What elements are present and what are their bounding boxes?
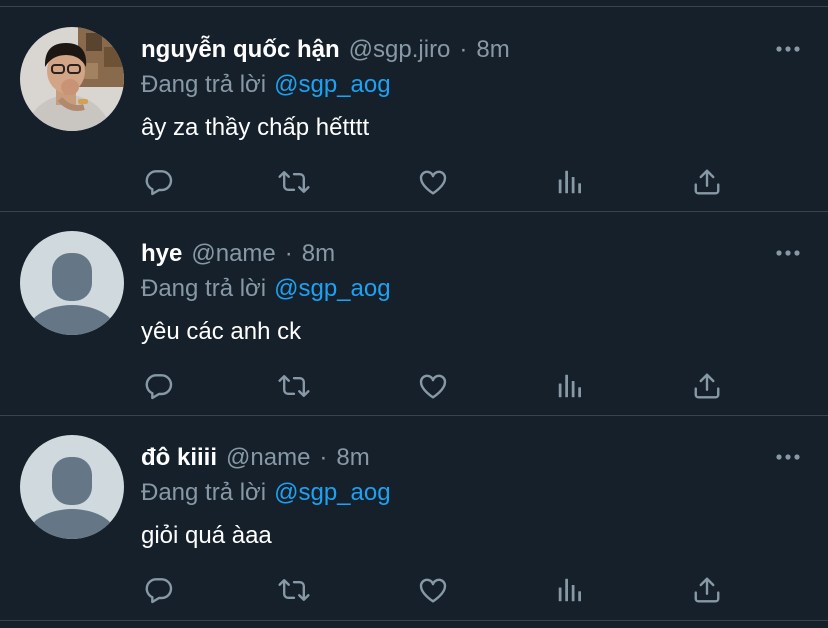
retweet-button[interactable] [276, 572, 312, 608]
share-button[interactable] [689, 164, 725, 200]
more-dots-icon [776, 454, 800, 460]
timestamp[interactable]: 8m [476, 33, 509, 67]
heart-icon [419, 374, 447, 399]
tweet-text: giỏi quá àaa [141, 522, 272, 549]
timestamp[interactable]: 8m [302, 237, 335, 271]
divider [0, 620, 828, 621]
replying-to: Đang trả lời @sgp_aog [141, 272, 391, 306]
retweet-button[interactable] [276, 368, 312, 404]
reply-button[interactable] [141, 572, 177, 608]
avatar[interactable] [20, 231, 124, 335]
reply-mention-link[interactable]: @sgp_aog [274, 479, 390, 506]
analytics-bars-icon [558, 170, 581, 194]
user-handle[interactable]: @name [191, 237, 275, 271]
tweet-actions [141, 368, 741, 404]
default-avatar-icon [20, 435, 124, 539]
reply-button[interactable] [141, 164, 177, 200]
photo-avatar-icon [20, 27, 124, 131]
more-dots-icon [776, 250, 800, 256]
more-options-button[interactable] [774, 443, 802, 471]
retweet-button[interactable] [276, 164, 312, 200]
avatar[interactable] [20, 27, 124, 131]
reply-mention-link[interactable]: @sgp_aog [274, 71, 390, 98]
share-button[interactable] [689, 368, 725, 404]
retweet-icon [278, 171, 310, 193]
tweet-item[interactable]: nguyễn quốc hận @sgp.jiro · 8m Đang trả … [0, 7, 828, 211]
tweet-text: ây za thầy chấp hếtttt [141, 114, 370, 141]
share-upload-icon [694, 169, 720, 195]
analytics-button[interactable] [552, 164, 588, 200]
separator-dot: · [284, 240, 293, 267]
separator-dot: · [459, 36, 468, 63]
retweet-icon [278, 579, 310, 601]
more-dots-icon [776, 46, 800, 52]
like-button[interactable] [415, 368, 451, 404]
reply-bubble-icon [145, 374, 173, 400]
heart-icon [419, 578, 447, 603]
display-name[interactable]: hye [141, 237, 182, 271]
more-options-button[interactable] [774, 239, 802, 267]
tweet-actions [141, 164, 741, 200]
tweet-header: hye @name · 8m [141, 237, 335, 271]
like-button[interactable] [415, 572, 451, 608]
separator-dot: · [319, 444, 328, 471]
analytics-button[interactable] [552, 368, 588, 404]
replying-to-label: Đang trả lời [141, 275, 267, 302]
analytics-bars-icon [558, 578, 581, 602]
replying-to: Đang trả lời @sgp_aog [141, 476, 391, 510]
default-avatar-icon [20, 231, 124, 335]
tweet-header: nguyễn quốc hận @sgp.jiro · 8m [141, 33, 510, 67]
replying-to: Đang trả lời @sgp_aog [141, 68, 391, 102]
more-options-button[interactable] [774, 35, 802, 63]
share-upload-icon [694, 373, 720, 399]
like-button[interactable] [415, 164, 451, 200]
reply-bubble-icon [145, 578, 173, 604]
analytics-bars-icon [558, 374, 581, 398]
display-name[interactable]: nguyễn quốc hận [141, 33, 340, 67]
tweet-actions [141, 572, 741, 608]
analytics-button[interactable] [552, 572, 588, 608]
share-upload-icon [694, 577, 720, 603]
reply-bubble-icon [145, 170, 173, 196]
replying-to-label: Đang trả lời [141, 71, 267, 98]
share-button[interactable] [689, 572, 725, 608]
reply-mention-link[interactable]: @sgp_aog [274, 275, 390, 302]
timestamp[interactable]: 8m [336, 441, 369, 475]
avatar[interactable] [20, 435, 124, 539]
replying-to-label: Đang trả lời [141, 479, 267, 506]
display-name[interactable]: đô kiiii [141, 441, 217, 475]
tweet-item[interactable]: đô kiiii @name · 8m Đang trả lời @sgp_aog… [0, 415, 828, 619]
tweet-header: đô kiiii @name · 8m [141, 441, 370, 475]
user-handle[interactable]: @name [226, 441, 310, 475]
heart-icon [419, 170, 447, 195]
tweet-text: yêu các anh ck [141, 318, 302, 345]
retweet-icon [278, 375, 310, 397]
tweet-item[interactable]: hye @name · 8m Đang trả lời @sgp_aog yêu … [0, 211, 828, 415]
reply-thread-feed: nguyễn quốc hận @sgp.jiro · 8m Đang trả … [0, 0, 828, 628]
user-handle[interactable]: @sgp.jiro [349, 33, 451, 67]
reply-button[interactable] [141, 368, 177, 404]
